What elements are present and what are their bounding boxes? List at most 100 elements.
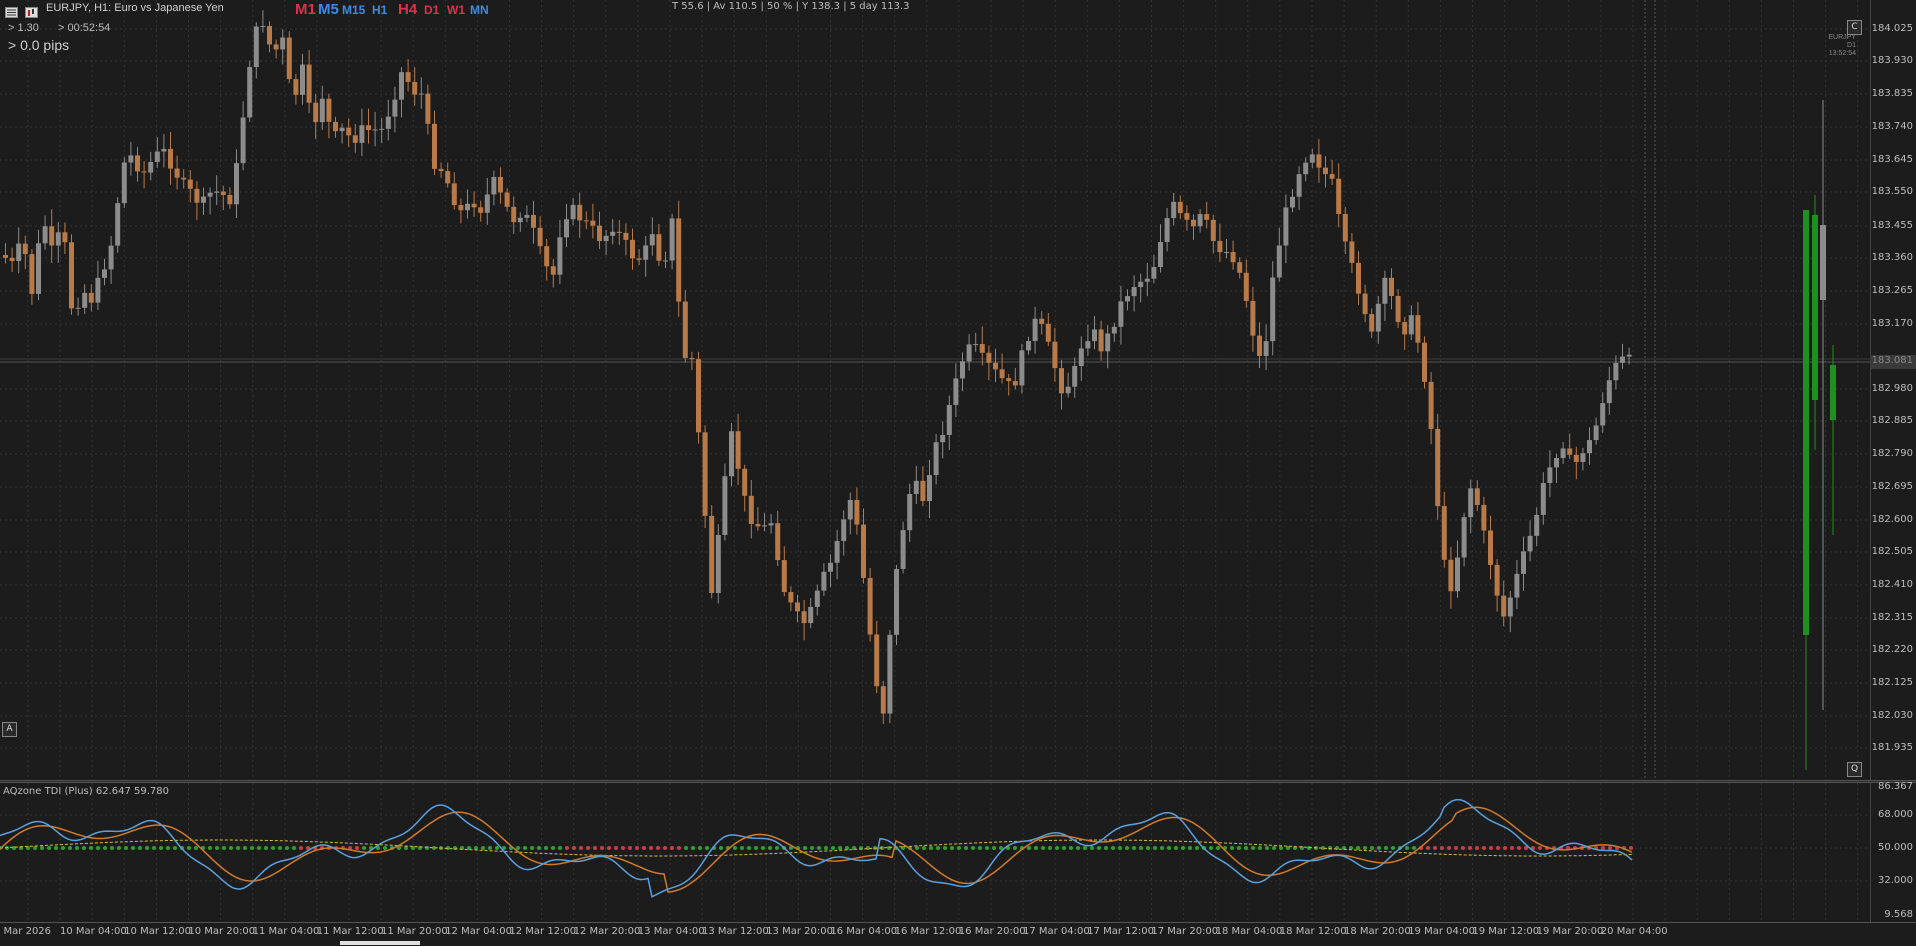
tdi-signal-dot [1174, 846, 1178, 850]
candle-body [1587, 440, 1592, 454]
candle-body [999, 369, 1005, 379]
candle-body [1283, 207, 1289, 246]
tdi-signal-dot [383, 846, 387, 850]
tdi-signal-dot [1601, 846, 1605, 850]
candle-body [748, 495, 754, 524]
candle-body [1006, 378, 1012, 382]
candle-body [1012, 381, 1018, 386]
candle-body [1039, 318, 1045, 324]
price-tick-label: 182.885 [1871, 415, 1913, 426]
candle-body [1514, 573, 1520, 598]
time-tick-label: 16 Mar 12:00 [894, 926, 962, 937]
candle-body [821, 571, 827, 591]
timeframe-h1[interactable]: H1 [372, 3, 387, 17]
candle-body [36, 243, 41, 294]
tdi-signal-dot [656, 846, 660, 850]
candle-body [1441, 506, 1447, 560]
tdi-signal-dot [747, 846, 751, 850]
candle-body [392, 99, 398, 117]
time-tick-label: 10 Mar 20:00 [188, 926, 256, 937]
timeframe-d1[interactable]: D1 [424, 3, 439, 17]
tdi-signal-dot [61, 846, 65, 850]
candle-body [405, 72, 411, 82]
candle-body [306, 64, 312, 103]
candle-body [1527, 535, 1533, 552]
tdi-signal-dot [124, 846, 128, 850]
tdi-signal-dot [1384, 846, 1388, 850]
tdi-signal-dot [1167, 846, 1171, 850]
candle-body [742, 468, 748, 496]
price-chart[interactable] [0, 0, 1870, 780]
candle-body [1455, 557, 1460, 592]
timeframe-m1[interactable]: M1 [295, 1, 316, 18]
candle-body [1521, 551, 1526, 574]
candle-body [933, 442, 939, 476]
price-tick-label: 182.980 [1871, 383, 1913, 394]
candle-body [267, 26, 272, 45]
tdi-signal-dot [229, 846, 233, 850]
current-price-label: 183.081 [1870, 355, 1916, 369]
c-button[interactable]: C [1847, 20, 1862, 35]
chart-title: EURJPY, H1: Euro vs Japanese Yen [46, 2, 224, 14]
tdi-signal-dot [1188, 846, 1192, 850]
timeframe-w1[interactable]: W1 [447, 3, 465, 17]
candle-body [1567, 448, 1573, 455]
tdi-signal-dot [222, 846, 226, 850]
candle-body [768, 523, 774, 526]
timeframe-h4[interactable]: H4 [398, 1, 417, 18]
pips-readout: > 0.0 pips [8, 37, 70, 53]
tdi-signal-dot [733, 846, 737, 850]
candle-body [201, 196, 206, 203]
candle-body [1019, 350, 1025, 386]
candle-body [88, 292, 94, 303]
candle-body [1092, 329, 1097, 342]
timeframe-m15[interactable]: M15 [342, 3, 365, 17]
tdi-signal-dot [1629, 846, 1633, 850]
price-tick-label: 183.740 [1871, 121, 1913, 132]
tdi-signal-dot [1279, 846, 1283, 850]
tdi-signal-dot [474, 846, 478, 850]
candle-body [194, 188, 200, 203]
candle-body [29, 254, 35, 294]
candle-body [1468, 488, 1474, 518]
tdi-signal-dot [1013, 846, 1017, 850]
tdi-signal-dot [1139, 846, 1143, 850]
candle-body [913, 480, 919, 494]
tdi-signal-dot [1118, 846, 1122, 850]
tdi-signal-dot [1510, 846, 1514, 850]
scroll-thumb[interactable] [340, 941, 420, 945]
candle-body [1105, 333, 1111, 352]
candle-body [333, 121, 338, 132]
q-button[interactable]: Q [1847, 762, 1862, 777]
tdi-signal-dot [705, 846, 709, 850]
tdi-signal-dot [1132, 846, 1136, 850]
indicator-axis[interactable]: 86.367 68.000 50.000 32.000 9.568 [1870, 781, 1916, 924]
candle-body [1151, 267, 1157, 279]
timeframe-mn[interactable]: MN [470, 3, 489, 17]
tdi-signal-dot [670, 846, 674, 850]
candle-body [814, 590, 820, 607]
candle-body [1290, 196, 1295, 208]
candle-body [669, 218, 675, 261]
candle-body [663, 260, 668, 262]
candle-body [1362, 293, 1368, 315]
candle-body [649, 234, 655, 246]
candle-body [834, 541, 840, 563]
candle-body [564, 219, 569, 238]
a-button[interactable]: A [2, 722, 17, 737]
tdi-signal-dot [1468, 846, 1472, 850]
tdi-signal-dot [117, 846, 121, 850]
candle-body [880, 686, 886, 714]
candle-body [1435, 428, 1441, 507]
candle-body [385, 116, 391, 129]
tdi-indicator-chart[interactable] [0, 783, 1870, 924]
timeframe-m5[interactable]: M5 [318, 1, 339, 18]
tdi-signal-dot [964, 846, 968, 850]
tdi-signal-dot [922, 846, 926, 850]
price-axis[interactable]: 184.025 183.930 183.835 183.740 183.645 183.5… [1870, 0, 1916, 780]
tdi-signal-dot [250, 846, 254, 850]
candle-body [517, 217, 523, 223]
candle-body [623, 232, 629, 240]
menu-icon[interactable] [5, 5, 18, 18]
chart-type-icon[interactable] [25, 5, 38, 18]
